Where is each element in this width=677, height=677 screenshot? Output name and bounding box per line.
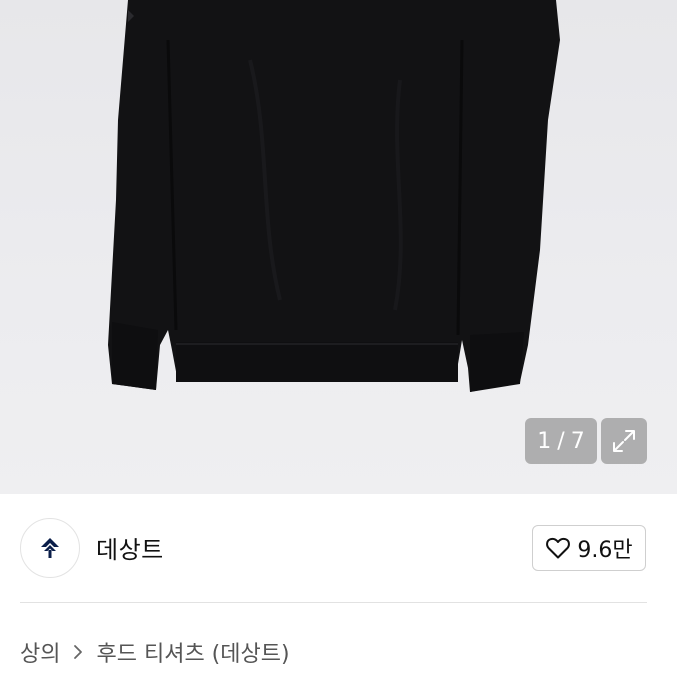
divider: [20, 602, 647, 603]
breadcrumb-item-category[interactable]: 상의: [20, 636, 60, 668]
like-count: 9.6만: [577, 538, 633, 563]
expand-image-button[interactable]: [601, 418, 647, 464]
descente-arrow-logo: [41, 538, 59, 558]
heart-outline-icon: [546, 537, 571, 559]
breadcrumb-item-subcategory[interactable]: 후드 티셔츠 (데상트): [96, 636, 289, 668]
brand-name[interactable]: 데상트: [96, 530, 164, 565]
brand-logo[interactable]: [20, 518, 80, 578]
page-separator: /: [557, 428, 565, 454]
product-image-gallery[interactable]: 1 / 7: [0, 0, 677, 494]
like-button[interactable]: 9.6만: [532, 525, 646, 571]
current-page: 1: [537, 428, 552, 454]
image-page-counter: 1 / 7: [525, 418, 597, 464]
seller-row: 데상트 9.6만: [0, 494, 677, 602]
breadcrumb: 상의 후드 티셔츠 (데상트): [20, 636, 290, 668]
expand-arrows-icon: [613, 430, 635, 452]
chevron-right-icon: [72, 644, 84, 660]
total-pages: 7: [570, 428, 585, 454]
